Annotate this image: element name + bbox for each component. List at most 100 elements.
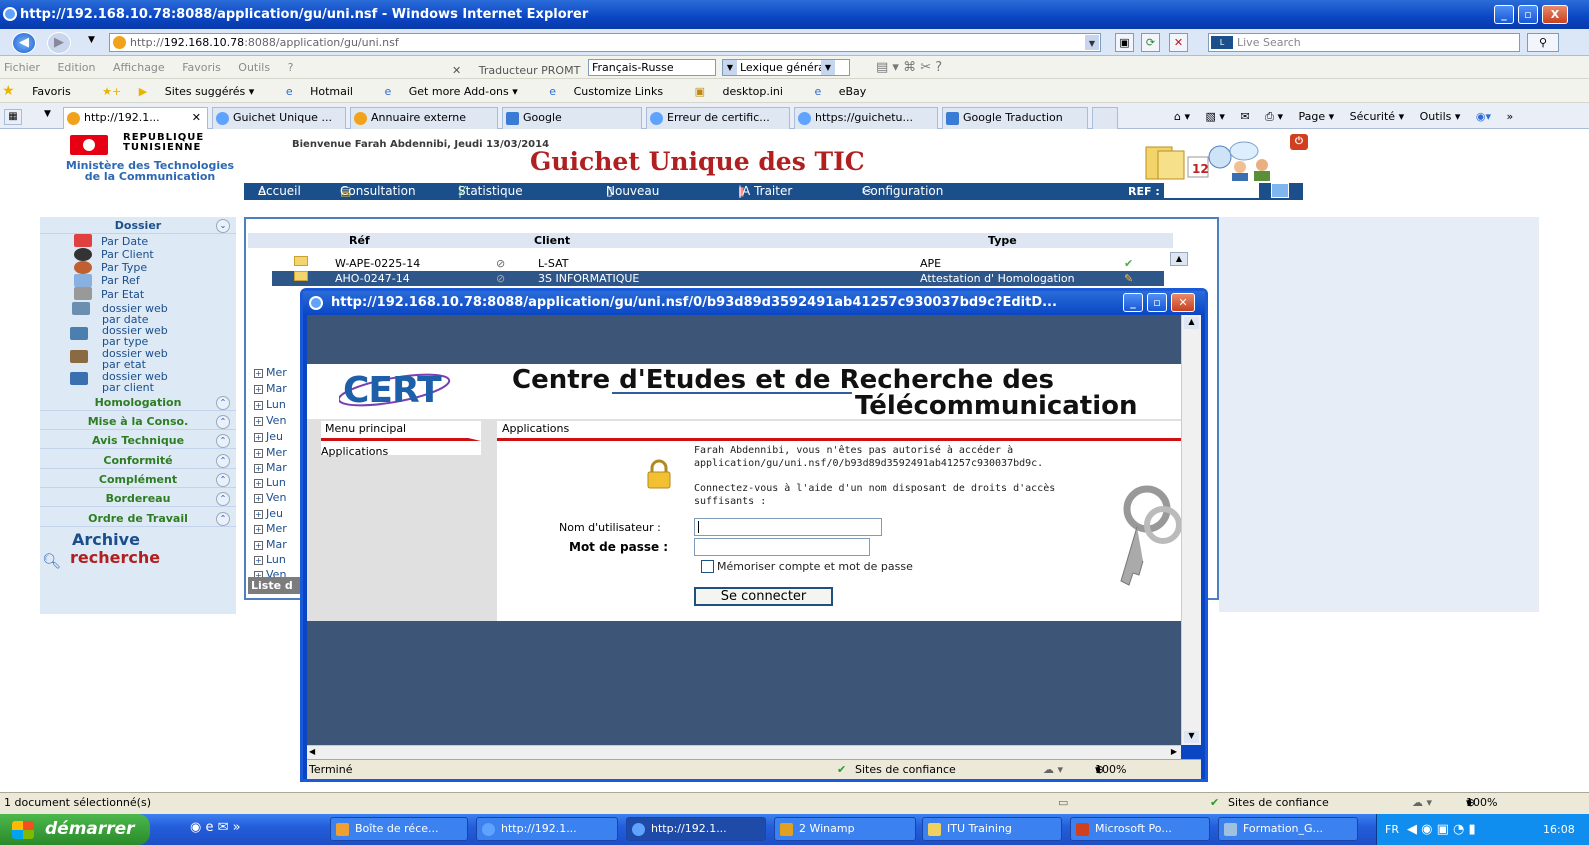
print-icon[interactable]: ⎙ ▾ xyxy=(1265,110,1283,123)
recherche-link[interactable]: recherche xyxy=(70,548,160,567)
table-row[interactable]: W-APE-0225-14 ⊘ L-SAT APE ✔ xyxy=(272,256,1164,271)
password-input[interactable] xyxy=(694,538,870,556)
close-button[interactable]: X xyxy=(1542,5,1568,24)
col-client[interactable]: Client xyxy=(534,233,570,248)
tab-cert-error[interactable]: Erreur de certific... xyxy=(646,107,790,129)
scroll-left-icon[interactable]: ◀ xyxy=(309,747,315,756)
add-favorite-icon[interactable]: ★+ xyxy=(102,85,121,98)
fav-link-hotmail[interactable]: e Hotmail xyxy=(286,85,367,98)
list-item[interactable]: + Lun xyxy=(254,553,286,566)
start-button[interactable]: démarrer xyxy=(0,814,150,845)
menu-affichage[interactable]: Affichage xyxy=(113,61,165,74)
list-item[interactable]: + Mer xyxy=(254,446,287,459)
refresh-icon[interactable]: ⟳ xyxy=(1141,33,1160,52)
quick-tabs-icon[interactable]: ▦ xyxy=(4,109,22,125)
tab-annuaire[interactable]: Annuaire externe xyxy=(350,107,498,129)
scroll-up-icon[interactable]: ▲ xyxy=(1184,317,1199,329)
menu-outils[interactable]: Outils xyxy=(238,61,270,74)
taskbar-item-winamp[interactable]: 2 Winamp xyxy=(774,817,916,841)
list-item[interactable]: + Mer xyxy=(254,522,287,535)
sidebar-item-par-etat[interactable]: Par Etat xyxy=(101,289,144,300)
menu-edition[interactable]: Edition xyxy=(57,61,95,74)
col-type[interactable]: Type xyxy=(988,233,1017,248)
archive-link[interactable]: Archive xyxy=(72,530,140,549)
tray-icons[interactable]: ◀ ◉ ▣ ◔ ▮ xyxy=(1407,814,1476,845)
menu-fichier[interactable]: Fichier xyxy=(4,61,40,74)
sidebar-item-par-type[interactable]: Par Type xyxy=(101,262,147,273)
list-item[interactable]: + Ven xyxy=(254,491,286,504)
list-item[interactable]: + Jeu xyxy=(254,507,283,520)
expand-icon[interactable]: ⌃ xyxy=(216,415,230,429)
remember-checkbox[interactable] xyxy=(701,560,714,573)
tab-close-icon[interactable]: ✕ xyxy=(192,108,201,128)
menu-item-applications[interactable]: Applications xyxy=(321,445,388,458)
feeds-icon[interactable]: ▧ ▾ xyxy=(1206,110,1225,123)
tab-https-guichet[interactable]: https://guichetu... xyxy=(794,107,938,129)
col-ref[interactable]: Réf xyxy=(349,233,370,248)
taskbar-item-itu[interactable]: ITU Training xyxy=(922,817,1062,841)
sidebar-item-web-par-type[interactable]: dossier web par type xyxy=(102,325,168,347)
username-input[interactable] xyxy=(694,518,882,536)
popup-zoom[interactable]: ⊕ 100% ▾ xyxy=(1095,760,1126,780)
url-dropdown-icon[interactable]: ▼ xyxy=(1085,35,1099,50)
popup-maximize-button[interactable]: ▫ xyxy=(1147,293,1167,312)
popup-horizontal-scrollbar[interactable]: ◀ ▶ xyxy=(307,745,1181,759)
category-mise-conso[interactable]: Mise à la Conso. ⌃ xyxy=(40,413,236,430)
connect-button[interactable]: Se connecter xyxy=(694,587,833,606)
tab-list-icon[interactable]: ▼ xyxy=(44,109,51,119)
page-menu[interactable]: Page ▾ xyxy=(1298,110,1334,123)
popup-vertical-scrollbar[interactable]: ▲ ▼ xyxy=(1181,315,1201,745)
favorites-button[interactable]: ★ Favoris xyxy=(2,83,85,99)
tab-google[interactable]: Google xyxy=(502,107,642,129)
translator-tools-icon[interactable]: ▤ ▾ ⌘ ✂ ? xyxy=(876,56,942,79)
scroll-down-icon[interactable]: ▼ xyxy=(1184,731,1199,743)
logout-icon[interactable]: ⏻ xyxy=(1290,134,1308,150)
tab-active[interactable]: http://192.1... ✕ xyxy=(63,107,208,129)
expand-icon[interactable]: ⌃ xyxy=(216,492,230,506)
tools-menu[interactable]: Outils ▾ xyxy=(1420,110,1461,123)
stop-icon[interactable]: ✕ xyxy=(1169,33,1188,52)
history-dropdown-icon[interactable]: ▼ xyxy=(88,35,95,45)
expand-icon[interactable]: ⌃ xyxy=(216,454,230,468)
category-dossier[interactable]: Dossier ⌄ xyxy=(40,217,236,234)
list-item[interactable]: + Ven xyxy=(254,414,286,427)
dictionary-select[interactable]: ▼ Lexique général ▼ xyxy=(722,59,850,76)
ref-search-icon[interactable] xyxy=(1271,183,1289,198)
forward-icon[interactable]: ▶ xyxy=(47,32,71,54)
popup-close-button[interactable]: ✕ xyxy=(1171,293,1195,312)
tab-google-translate[interactable]: Google Traduction xyxy=(942,107,1088,129)
language-pair-select[interactable]: Français-Russe xyxy=(588,59,716,76)
fav-link-addons[interactable]: e Get more Add-ons ▾ xyxy=(384,85,531,98)
help-icon[interactable]: ◉▾ xyxy=(1476,110,1491,123)
new-tab-button[interactable] xyxy=(1092,107,1118,129)
security-menu[interactable]: Sécurité ▾ xyxy=(1350,110,1404,123)
maximize-button[interactable]: ▫ xyxy=(1518,5,1538,24)
protected-mode-icon[interactable]: ☁ ▾ xyxy=(1043,760,1063,780)
category-bordereau[interactable]: Bordereau ⌃ xyxy=(40,490,236,507)
live-search-input[interactable]: L Live Search xyxy=(1208,33,1520,52)
home-icon[interactable]: ⌂ ▾ xyxy=(1174,110,1190,123)
scroll-right-icon[interactable]: ▶ xyxy=(1171,747,1177,756)
taskbar-item-outlook[interactable]: Boîte de réce... xyxy=(330,817,468,841)
popup-minimize-button[interactable]: _ xyxy=(1123,293,1143,312)
expand-icon[interactable]: ⌃ xyxy=(216,473,230,487)
fav-link-ebay[interactable]: e eBay xyxy=(814,85,880,98)
category-homologation[interactable]: Homologation ⌃ xyxy=(40,394,236,411)
list-item[interactable]: + Mar xyxy=(254,461,287,474)
expand-icon[interactable]: ⌃ xyxy=(216,396,230,410)
expand-icon[interactable]: ⌃ xyxy=(216,512,230,526)
sidebar-item-par-ref[interactable]: Par Ref xyxy=(101,275,140,286)
quicklaunch-icons[interactable]: ◉ e ✉ » xyxy=(190,820,241,835)
compatibility-icon[interactable]: ▣ xyxy=(1115,33,1134,52)
list-item[interactable]: + Lun xyxy=(254,476,286,489)
language-indicator[interactable]: FR xyxy=(1385,814,1399,845)
fav-link-desktop-ini[interactable]: ▣ desktop.ini xyxy=(695,85,797,98)
mail-icon[interactable]: ✉ xyxy=(1240,110,1249,123)
suggested-sites-button[interactable]: ▶ Sites suggérés ▾ xyxy=(139,85,269,98)
category-ordre-travail[interactable]: Ordre de Travail ⌃ xyxy=(40,510,236,527)
taskbar-item-ie1[interactable]: http://192.1... xyxy=(476,817,618,841)
zoom-control[interactable]: ⊕ 100% ▾ xyxy=(1466,793,1497,813)
category-avis-technique[interactable]: Avis Technique ⌃ xyxy=(40,432,236,449)
sidebar-item-web-par-date[interactable]: dossier web par date xyxy=(102,303,168,325)
menu-help[interactable]: ? xyxy=(288,61,294,74)
